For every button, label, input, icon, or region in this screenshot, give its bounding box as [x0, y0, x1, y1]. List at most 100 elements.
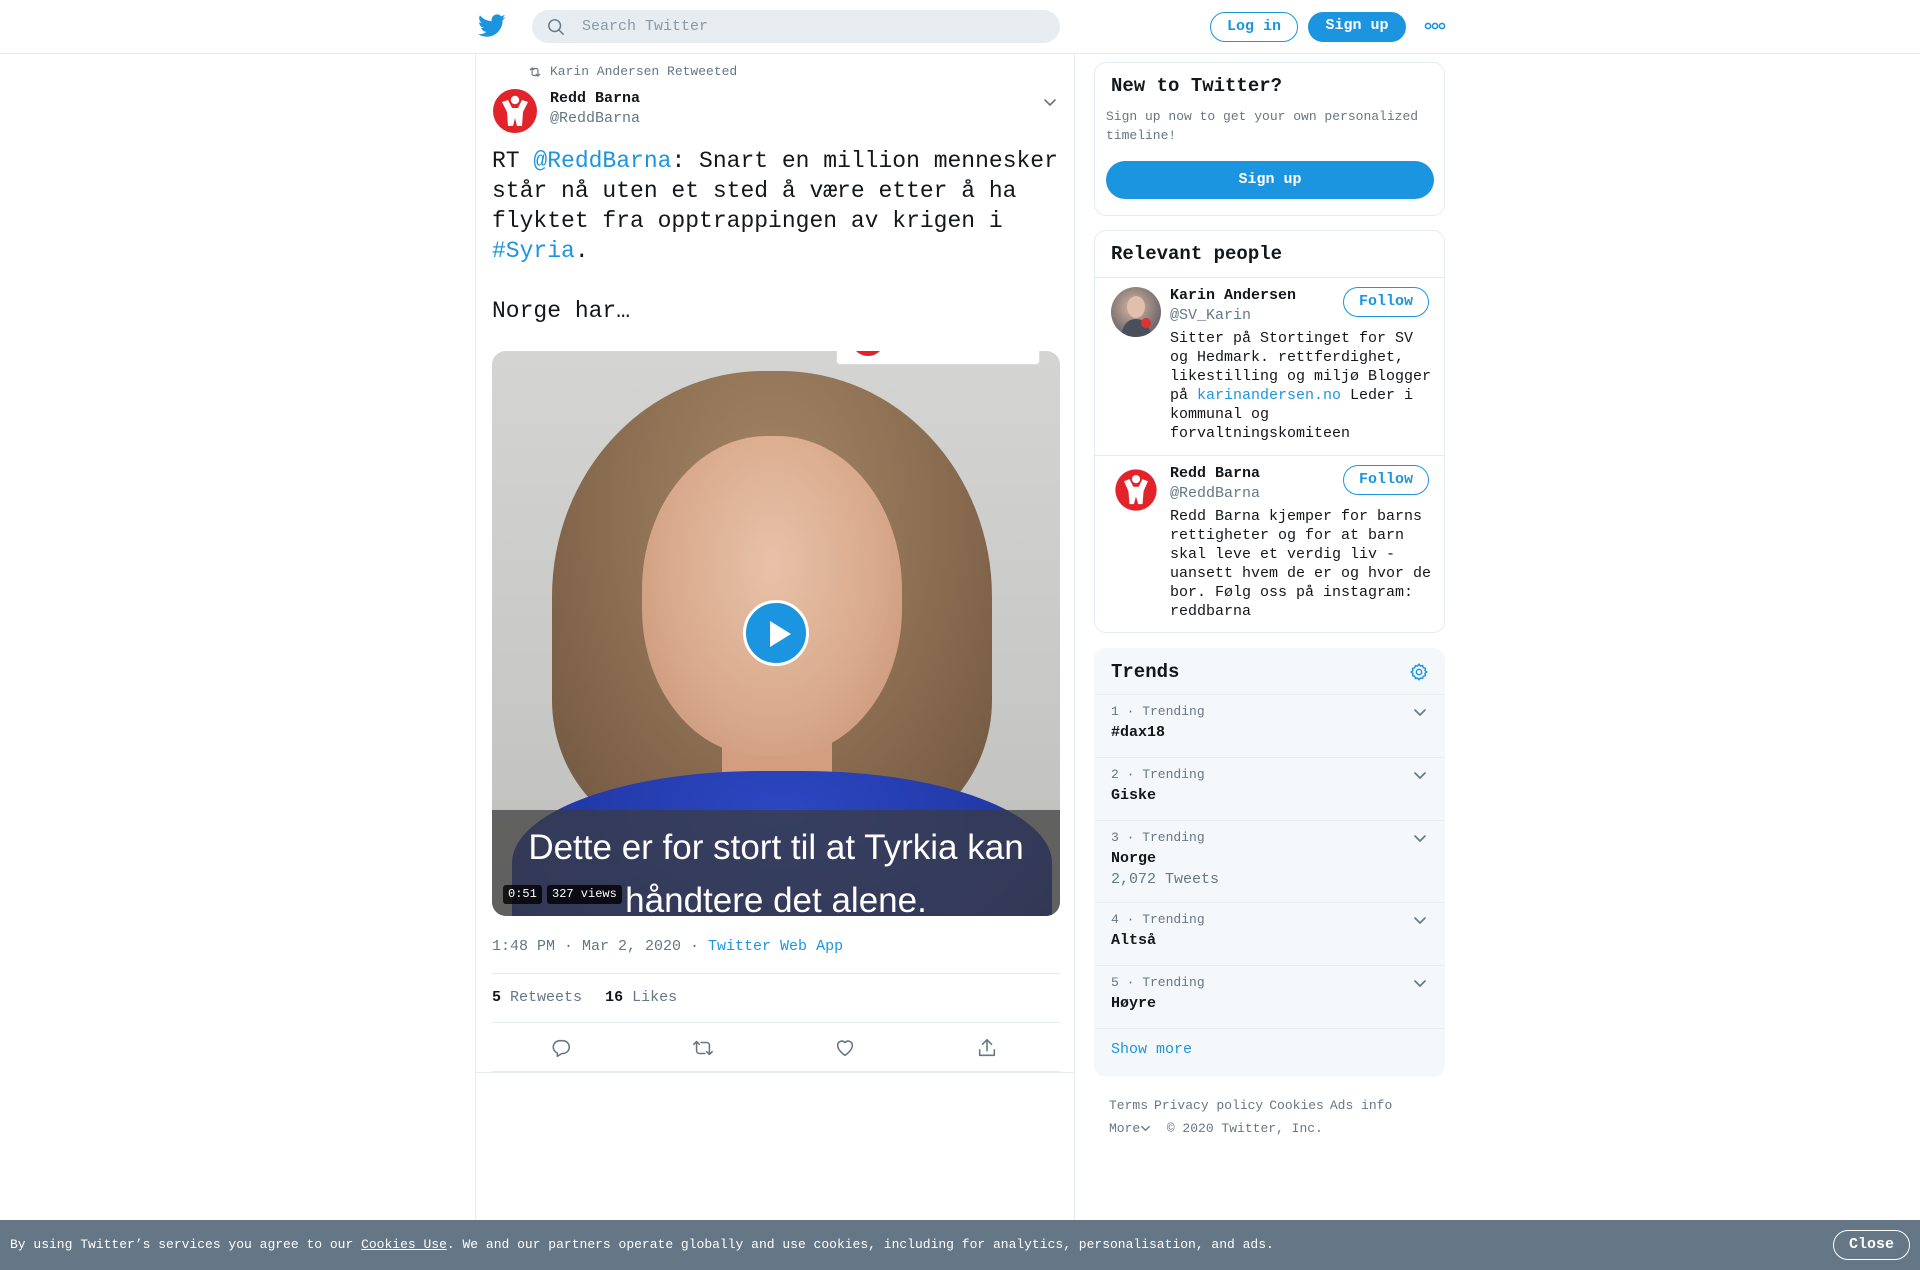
tweet-timestamp: 1:48 PM · Mar 2, 2020 · Twitter Web App [492, 938, 843, 955]
play-icon [770, 621, 791, 647]
close-button[interactable]: Close [1833, 1230, 1910, 1260]
footer-links: Terms Privacy policy Cookies Ads info More … [1109, 1094, 1449, 1140]
footer-cookies-link[interactable]: Cookies [1269, 1098, 1324, 1113]
avatar[interactable] [1111, 287, 1161, 337]
trend-meta: 1 · Trending [1111, 704, 1205, 719]
signup-button[interactable]: Sign up [1308, 12, 1406, 42]
chevron-down-icon[interactable] [1413, 976, 1427, 990]
search-input[interactable] [582, 10, 1042, 43]
new-to-twitter-card: New to Twitter? Sign up now to get your … [1094, 62, 1445, 216]
trend-tweet-count: 2,072 Tweets [1111, 871, 1220, 888]
redd-barna-logo-icon [493, 89, 537, 133]
avatar[interactable] [1111, 465, 1161, 515]
retweets-label[interactable]: Retweets [510, 989, 582, 1006]
cookies-use-link[interactable]: Cookies Use [361, 1237, 447, 1252]
trend-meta: 4 · Trending [1111, 912, 1205, 927]
follow-button[interactable]: Follow [1343, 465, 1429, 495]
show-more-link[interactable]: Show more [1111, 1041, 1192, 1058]
footer-terms-link[interactable]: Terms [1109, 1098, 1148, 1113]
person-name[interactable]: Karin Andersen [1170, 287, 1296, 304]
ellipsis-icon[interactable] [1424, 20, 1446, 32]
login-button[interactable]: Log in [1210, 12, 1298, 42]
person-bio: Redd Barna kjemper for barns rettigheter… [1170, 508, 1432, 620]
trends-card: Trends 1 · Trending #dax18 2 · Trending … [1094, 648, 1445, 1077]
mention-link[interactable]: @ReddBarna [533, 148, 671, 174]
divider [476, 1072, 1074, 1073]
retweet-context: Karin Andersen Retweeted [528, 64, 737, 79]
person-handle[interactable]: @ReddBarna [1170, 485, 1260, 502]
likes-label[interactable]: Likes [632, 989, 677, 1006]
author-name[interactable]: Redd Barna [550, 90, 640, 107]
retweet-icon [529, 66, 541, 77]
trend-meta: 3 · Trending [1111, 830, 1205, 845]
follow-button[interactable]: Follow [1343, 287, 1429, 317]
redd-barna-logo-icon [1115, 469, 1157, 511]
footer-copyright: © 2020 Twitter, Inc. [1166, 1121, 1323, 1136]
person-bio: Sitter på Stortinget for SV og Hedmark. … [1170, 329, 1432, 443]
trend-meta: 5 · Trending [1111, 975, 1205, 990]
video-views: 327 views [547, 885, 622, 904]
gear-icon[interactable] [1409, 662, 1429, 682]
chevron-down-icon[interactable] [1413, 913, 1427, 927]
author-handle[interactable]: @ReddBarna [550, 110, 640, 127]
trend-name[interactable]: Giske [1111, 787, 1156, 804]
chevron-down-icon[interactable] [1413, 831, 1427, 845]
trend-name[interactable]: Altså [1111, 932, 1156, 949]
trend-item[interactable]: 4 · Trending Altså [1095, 902, 1444, 965]
source-link[interactable]: Twitter Web App [708, 938, 843, 955]
retweet-context-text: Karin Andersen Retweeted [550, 64, 738, 79]
video-frame-face [642, 436, 902, 756]
new-to-twitter-text: Sign up now to get your own personalized… [1106, 109, 1419, 143]
video-logo-tab [836, 351, 1040, 365]
trend-item[interactable]: 2 · Trending Giske [1095, 757, 1444, 820]
tweet-column: Karin Andersen Retweeted Redd Barna @Red… [475, 54, 1075, 1220]
trend-name[interactable]: #dax18 [1111, 724, 1165, 741]
trend-item[interactable]: 5 · Trending Høyre [1095, 965, 1444, 1028]
footer-ads-link[interactable]: Ads info [1330, 1098, 1392, 1113]
trend-meta: 2 · Trending [1111, 767, 1205, 782]
video-duration: 0:51 [503, 885, 542, 904]
chevron-down-icon[interactable] [1413, 768, 1427, 782]
avatar[interactable] [492, 88, 538, 134]
hashtag-link[interactable]: #Syria [492, 238, 575, 264]
sidebar-signup-button[interactable]: Sign up [1106, 161, 1434, 199]
retweet-icon[interactable] [692, 1037, 714, 1059]
relevant-people-title: Relevant people [1111, 243, 1283, 265]
chevron-down-icon[interactable] [1413, 705, 1427, 719]
chevron-down-icon[interactable] [1042, 94, 1058, 110]
likes-count[interactable]: 16 [605, 989, 623, 1006]
trend-item[interactable]: 3 · Trending Norge 2,072 Tweets [1095, 820, 1444, 902]
person-handle[interactable]: @SV_Karin [1170, 307, 1251, 324]
footer-more-link[interactable]: More [1109, 1121, 1151, 1136]
footer-privacy-link[interactable]: Privacy policy [1154, 1098, 1263, 1113]
reply-icon[interactable] [550, 1037, 572, 1059]
tweet-text-prefix: RT [492, 148, 534, 174]
person-name[interactable]: Redd Barna [1170, 465, 1260, 482]
cookie-text: By using Twitter’s services you agree to… [10, 1237, 1274, 1252]
divider [1095, 1028, 1444, 1029]
tweet-stats: 5 Retweets 16 Likes [492, 973, 1060, 1023]
trend-name[interactable]: Høyre [1111, 995, 1156, 1012]
chevron-down-icon [1141, 1126, 1151, 1132]
play-button[interactable] [743, 600, 809, 666]
like-icon[interactable] [834, 1037, 856, 1059]
twitter-bird-icon[interactable] [478, 13, 506, 39]
trends-title: Trends [1111, 661, 1180, 683]
video-player[interactable]: Dette er for stort til at Tyrkia kan hån… [492, 351, 1060, 916]
karin-avatar-icon [1121, 296, 1151, 337]
cookie-text-after: . We and our partners operate globally a… [446, 1237, 1274, 1252]
person-card-karin[interactable]: Karin Andersen @SV_Karin Follow Sitter p… [1095, 277, 1444, 455]
bio-link[interactable]: karinandersen.no [1197, 387, 1341, 404]
new-to-twitter-title: New to Twitter? [1111, 75, 1283, 97]
trend-name[interactable]: Norge [1111, 850, 1156, 867]
cookie-text-before: By using Twitter’s services you agree to… [10, 1237, 362, 1252]
share-icon[interactable] [976, 1037, 998, 1059]
timestamp-text[interactable]: 1:48 PM · Mar 2, 2020 · [492, 938, 708, 955]
person-card-redd-barna[interactable]: Redd Barna @ReddBarna Follow Redd Barna … [1095, 455, 1444, 633]
search-box[interactable] [532, 10, 1060, 43]
footer-more-label: More [1109, 1121, 1141, 1136]
video-logo-mark [851, 351, 885, 356]
retweets-count[interactable]: 5 [492, 989, 501, 1006]
trend-item[interactable]: 1 · Trending #dax18 [1095, 694, 1444, 757]
cookie-banner: By using Twitter’s services you agree to… [0, 1220, 1920, 1270]
